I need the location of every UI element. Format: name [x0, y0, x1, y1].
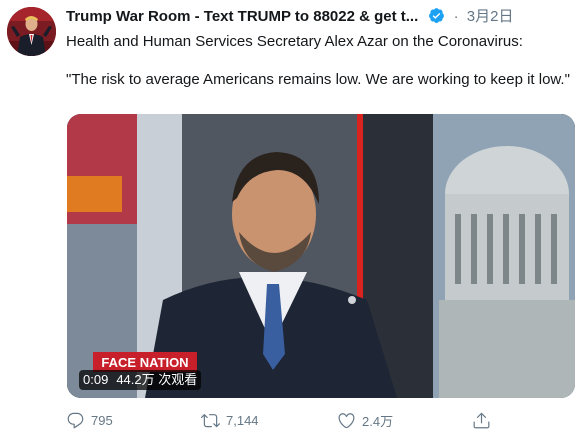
verified-badge-icon — [429, 8, 445, 23]
video-player[interactable]: FACE NATION 0:09 44.2万 次观看 — [67, 114, 575, 398]
tweet-paragraph: Health and Human Services Secretary Alex… — [66, 33, 523, 50]
share-icon — [473, 412, 490, 428]
tweet-quote: "The risk to average Americans remains l… — [66, 71, 570, 88]
video-frame: FACE NATION — [67, 114, 575, 398]
like-button[interactable]: 2.4万 — [337, 408, 393, 432]
reply-icon — [67, 412, 84, 428]
reply-count: 795 — [91, 412, 113, 428]
share-button[interactable] — [472, 408, 491, 432]
tweet-date[interactable]: 3月2日 — [467, 8, 514, 25]
tweet-text: Health and Human Services Secretary Alex… — [66, 31, 578, 90]
video-duration: 0:09 — [83, 372, 109, 387]
lower-third-label: FACE NATION — [101, 355, 188, 370]
retweet-icon — [201, 413, 220, 427]
reply-button[interactable]: 795 — [66, 408, 113, 432]
display-name[interactable]: Trump War Room - Text TRUMP to 88022 & g… — [66, 8, 418, 25]
like-count: 2.4万 — [362, 413, 394, 429]
retweet-button[interactable]: 7,144 — [201, 408, 259, 432]
retweet-count: 7,144 — [226, 412, 259, 428]
tweet-header: Trump War Room - Text TRUMP to 88022 & g… — [66, 7, 576, 29]
avatar[interactable] — [7, 7, 56, 56]
video-info-badge: 0:09 44.2万 次观看 — [79, 370, 202, 390]
heart-icon — [338, 412, 355, 428]
video-views: 44.2万 次观看 — [116, 372, 198, 387]
tweet-actions: 795 7,144 2.4万 — [66, 408, 576, 432]
separator: · — [453, 8, 459, 25]
tweet[interactable]: Trump War Room - Text TRUMP to 88022 & g… — [0, 0, 582, 438]
